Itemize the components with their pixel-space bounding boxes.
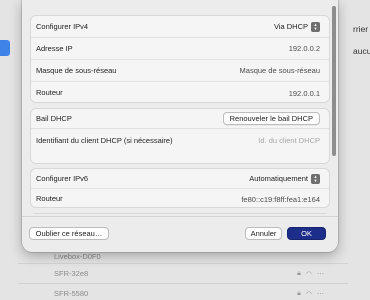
sidebar-selection (0, 40, 10, 56)
ipv6-router-label: Routeur (36, 194, 63, 204)
ipv4-group: Configurer IPv4 Via DHCP ▲ ▼ Adresse IP 1… (30, 15, 330, 103)
ip-address-row: Adresse IP 192.0.0.2 (31, 38, 329, 60)
network-row[interactable]: Livebox-D0F0 (18, 252, 348, 264)
scrollbar[interactable] (331, 2, 337, 214)
chevron-updown-icon: ▲ ▼ (311, 173, 320, 184)
background-text-1: rrier (353, 24, 369, 34)
ip-address-label: Adresse IP (36, 43, 73, 53)
lock-icon: 🔒︎ (297, 270, 301, 277)
configure-ipv6-row: Configurer IPv6 Automatiquement ▲ ▼ (31, 169, 329, 189)
network-list: Livebox-D0F0 SFR-32e8 🔒︎ ◠ ⋯ SFR-5580 🔒︎… (18, 252, 348, 300)
wifi-icon: ◠ (305, 291, 312, 298)
dhcp-group: Bail DHCP Renouveler le bail DHCP Identi… (30, 108, 330, 164)
network-row[interactable]: SFR-5580 🔒︎ ◠ ⋯ (18, 284, 348, 300)
background-text-2: aucu (353, 46, 370, 56)
router-row: Routeur 192.0.0.1 (31, 82, 329, 104)
configure-ipv4-row: Configurer IPv4 Via DHCP ▲ ▼ (31, 16, 329, 38)
configure-ipv4-popup[interactable]: Via DHCP ▲ ▼ (273, 21, 320, 32)
forget-network-button[interactable]: Oublier ce réseau… (29, 227, 109, 240)
ok-button[interactable]: OK (287, 227, 326, 240)
network-name: SFR-32e8 (54, 269, 89, 278)
network-name: Livebox-D0F0 (54, 252, 101, 261)
configure-ipv6-label: Configurer IPv6 (36, 173, 89, 183)
chevron-updown-icon: ▲ ▼ (311, 21, 320, 32)
dhcp-lease-row: Bail DHCP Renouveler le bail DHCP (31, 109, 329, 129)
configure-ipv6-value: Automatiquement (249, 174, 308, 183)
dhcp-client-id-row: Identifiant du client DHCP (si nécessair… (31, 129, 329, 163)
footer-divider (22, 216, 338, 217)
router-value: 192.0.0.1 (288, 88, 320, 98)
configure-ipv4-value: Via DHCP (273, 22, 308, 31)
configure-ipv4-label: Configurer IPv4 (36, 21, 89, 31)
router-label: Routeur (36, 88, 63, 98)
settings-scroll-area[interactable]: Configurer IPv4 Via DHCP ▲ ▼ Adresse IP 1… (30, 0, 330, 214)
dhcp-lease-label: Bail DHCP (36, 113, 72, 123)
dhcp-client-id-field[interactable]: Id. du client DHCP (258, 136, 320, 145)
subnet-mask-label: Masque de sous-réseau (36, 65, 117, 75)
wifi-icon: ◠ (305, 271, 312, 278)
network-details-sheet: Configurer IPv4 Via DHCP ▲ ▼ Adresse IP 1… (22, 0, 338, 252)
more-icon[interactable]: ⋯ (317, 290, 324, 298)
lock-icon: 🔒︎ (297, 290, 301, 297)
network-name: SFR-5580 (54, 289, 89, 298)
ipv6-router-value: fe80::c19:f8ff:fea1:e164 (241, 194, 320, 204)
cancel-button[interactable]: Annuler (245, 227, 282, 240)
configure-ipv6-popup[interactable]: Automatiquement ▲ ▼ (249, 173, 320, 184)
ipv6-group: Configurer IPv6 Automatiquement ▲ ▼ Route… (30, 168, 330, 208)
subnet-mask-value: Masque de sous-réseau (239, 66, 320, 75)
scrollbar-thumb[interactable] (332, 6, 336, 156)
more-icon[interactable]: ⋯ (317, 270, 324, 278)
ipv6-router-row: Routeur fe80::c19:f8ff:fea1:e164 (31, 189, 329, 209)
network-row[interactable]: SFR-32e8 🔒︎ ◠ ⋯ (18, 264, 348, 284)
subnet-mask-row: Masque de sous-réseau Masque de sous-rés… (31, 60, 329, 82)
next-group-partial (30, 213, 330, 214)
ip-address-value: 192.0.0.2 (288, 44, 320, 53)
renew-lease-button[interactable]: Renouveler le bail DHCP (222, 112, 320, 125)
dhcp-client-id-label: Identifiant du client DHCP (si nécessair… (36, 136, 173, 145)
